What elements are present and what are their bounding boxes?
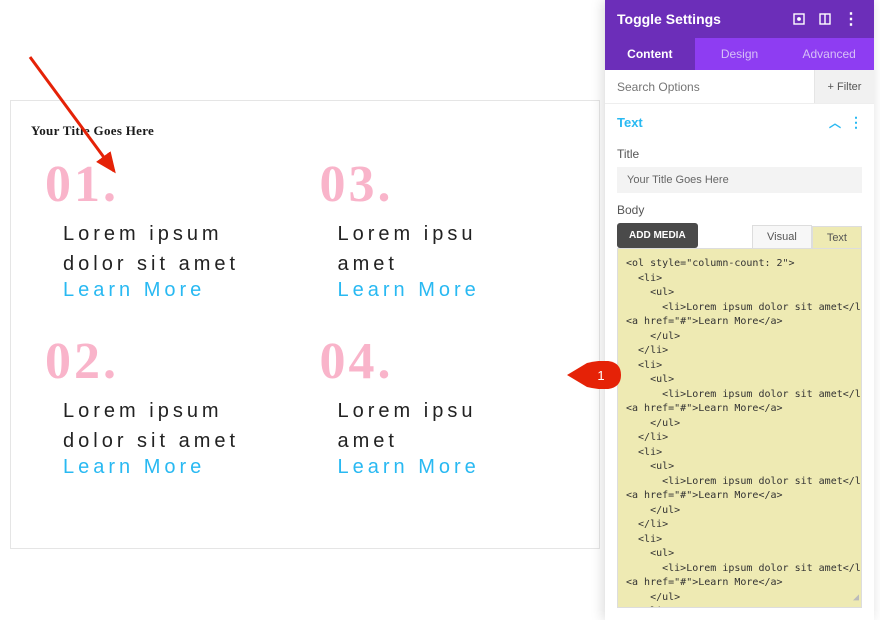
settings-panel: Toggle Settings ⋮ Content Design Advance… bbox=[605, 0, 874, 620]
list-text: Lorem ipsum dolor sit amet bbox=[63, 219, 295, 279]
expand-icon[interactable] bbox=[814, 8, 836, 30]
list-item: 04. Lorem ipsuamet Learn More bbox=[306, 336, 580, 501]
preview-canvas: Your Title Goes Here 01. Lorem ipsum dol… bbox=[10, 100, 600, 549]
search-input[interactable] bbox=[605, 70, 814, 103]
tab-content[interactable]: Content bbox=[605, 38, 695, 70]
body-code-editor[interactable]: <ol style="column-count: 2"> <li> <ul> <… bbox=[617, 248, 862, 608]
resize-handle-icon[interactable]: ◢ bbox=[853, 591, 859, 606]
list-item: 01. Lorem ipsum dolor sit amet Learn Mor… bbox=[31, 159, 305, 324]
section-text: Text ︿ ⋮ Title Body ADD MEDIA Visual Tex… bbox=[605, 104, 874, 608]
drag-handle-icon[interactable] bbox=[788, 8, 810, 30]
title-input[interactable] bbox=[617, 167, 862, 193]
list-number: 04. bbox=[320, 336, 580, 388]
tab-advanced[interactable]: Advanced bbox=[784, 38, 874, 70]
body-toolbar: ADD MEDIA Visual Text bbox=[617, 223, 862, 248]
panel-title: Toggle Settings bbox=[617, 11, 784, 27]
list-text: Lorem ipsuamet bbox=[338, 396, 570, 456]
list-text: Lorem ipsum dolor sit amet bbox=[63, 396, 295, 456]
editor-mode-tabs: Visual Text bbox=[752, 225, 862, 248]
code-content: <ol style="column-count: 2"> <li> <ul> <… bbox=[626, 258, 862, 608]
learn-more-link[interactable]: Learn More bbox=[338, 279, 480, 302]
learn-more-link[interactable]: Learn More bbox=[63, 456, 205, 479]
filter-button[interactable]: + Filter bbox=[814, 70, 874, 103]
list-number: 03. bbox=[320, 159, 580, 211]
mode-text-tab[interactable]: Text bbox=[812, 226, 862, 249]
section-title: Text bbox=[617, 115, 643, 130]
list-text: Lorem ipsuamet bbox=[338, 219, 570, 279]
list-item: 02. Lorem ipsum dolor sit amet Learn Mor… bbox=[31, 336, 305, 501]
list-item: 03. Lorem ipsuamet Learn More bbox=[306, 159, 580, 324]
mode-visual-tab[interactable]: Visual bbox=[752, 225, 812, 248]
section-more-icon[interactable]: ⋮ bbox=[849, 114, 862, 131]
list-number: 01. bbox=[45, 159, 305, 211]
search-row: + Filter bbox=[605, 70, 874, 104]
chevron-up-icon: ︿ bbox=[829, 114, 841, 131]
filter-label: Filter bbox=[837, 81, 861, 93]
panel-tabs: Content Design Advanced bbox=[605, 38, 874, 70]
list-column-left: 01. Lorem ipsum dolor sit amet Learn Mor… bbox=[31, 159, 305, 513]
list-number: 02. bbox=[45, 336, 305, 388]
panel-header: Toggle Settings ⋮ bbox=[605, 0, 874, 38]
annotation-callout: 1 bbox=[567, 361, 621, 389]
more-icon[interactable]: ⋮ bbox=[840, 8, 862, 30]
ordered-list-columns: 01. Lorem ipsum dolor sit amet Learn Mor… bbox=[31, 159, 579, 513]
learn-more-link[interactable]: Learn More bbox=[63, 279, 205, 302]
learn-more-link[interactable]: Learn More bbox=[338, 456, 480, 479]
tab-design[interactable]: Design bbox=[695, 38, 785, 70]
body-field-label: Body bbox=[617, 203, 862, 217]
toggle-title: Your Title Goes Here bbox=[31, 123, 579, 139]
plus-icon: + bbox=[828, 81, 834, 93]
callout-number: 1 bbox=[597, 368, 604, 383]
list-column-right: 03. Lorem ipsuamet Learn More 04. Lorem … bbox=[306, 159, 580, 513]
title-field-label: Title bbox=[617, 147, 862, 161]
section-header[interactable]: Text ︿ ⋮ bbox=[617, 114, 862, 137]
add-media-button[interactable]: ADD MEDIA bbox=[617, 223, 698, 248]
